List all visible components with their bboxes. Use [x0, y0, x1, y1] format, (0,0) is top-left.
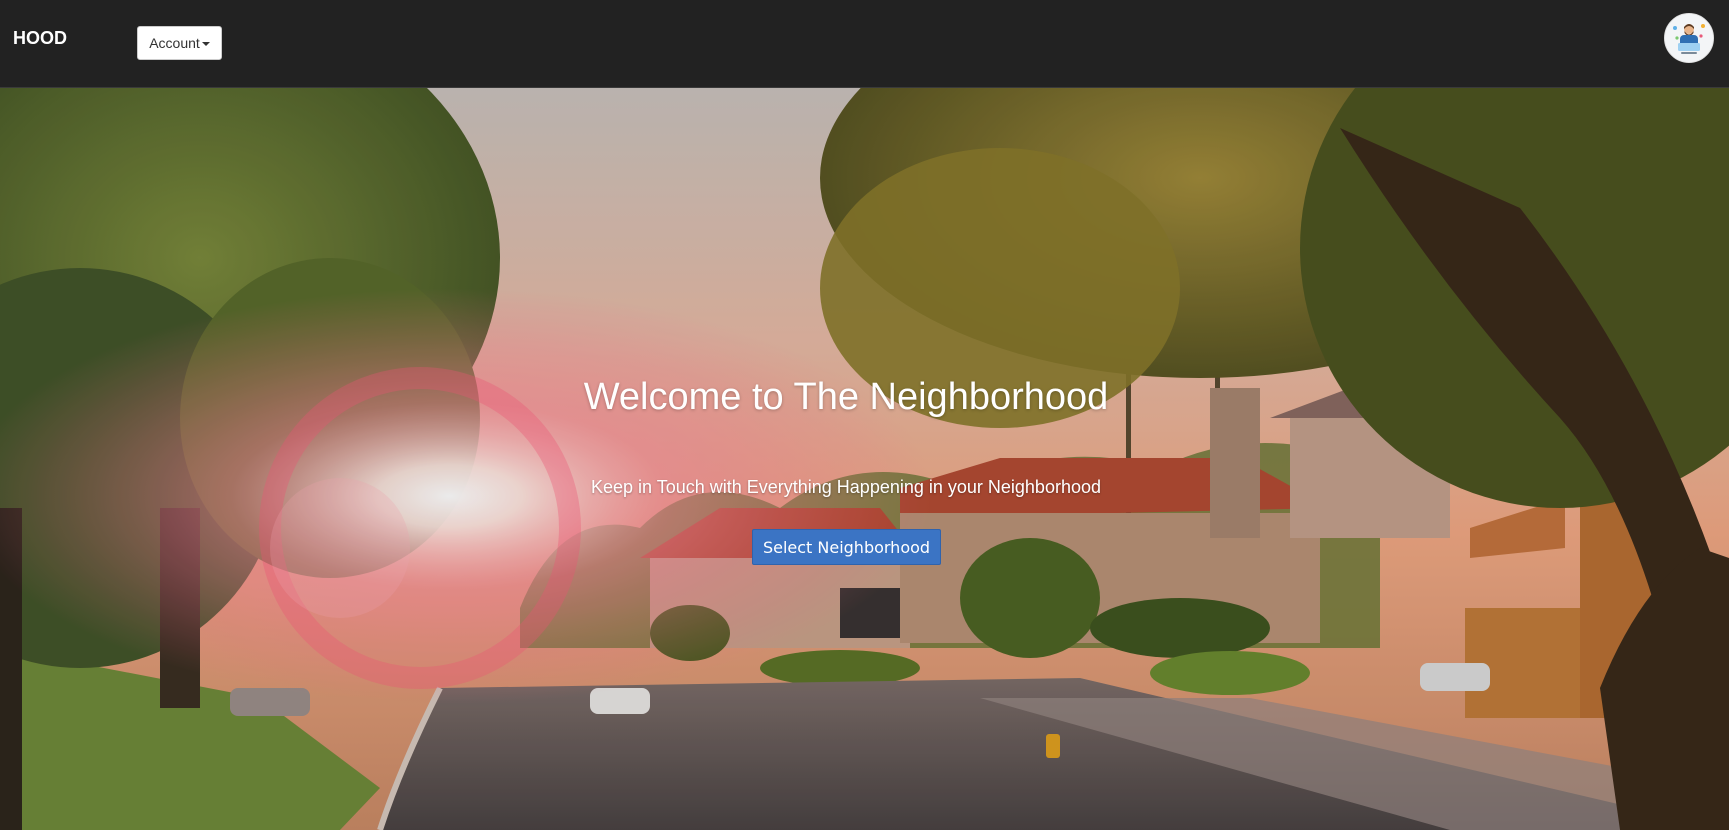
- user-avatar-icon[interactable]: [1664, 13, 1714, 63]
- brand-link[interactable]: HOOD: [13, 28, 67, 49]
- hero-content: Welcome to The Neighborhood Keep in Touc…: [0, 88, 1729, 830]
- hero-subtitle: Keep in Touch with Everything Happening …: [590, 477, 1101, 497]
- account-label: Account: [149, 35, 200, 51]
- hero-section: Welcome to The Neighborhood Keep in Touc…: [0, 88, 1729, 830]
- caret-down-icon: [201, 42, 210, 46]
- hero-title: Welcome to The Neighborhood: [583, 376, 1109, 418]
- select-neighborhood-button[interactable]: Select Neighborhood: [752, 529, 941, 565]
- top-navbar: HOOD Account: [0, 0, 1729, 88]
- account-dropdown-button[interactable]: Account: [137, 26, 222, 60]
